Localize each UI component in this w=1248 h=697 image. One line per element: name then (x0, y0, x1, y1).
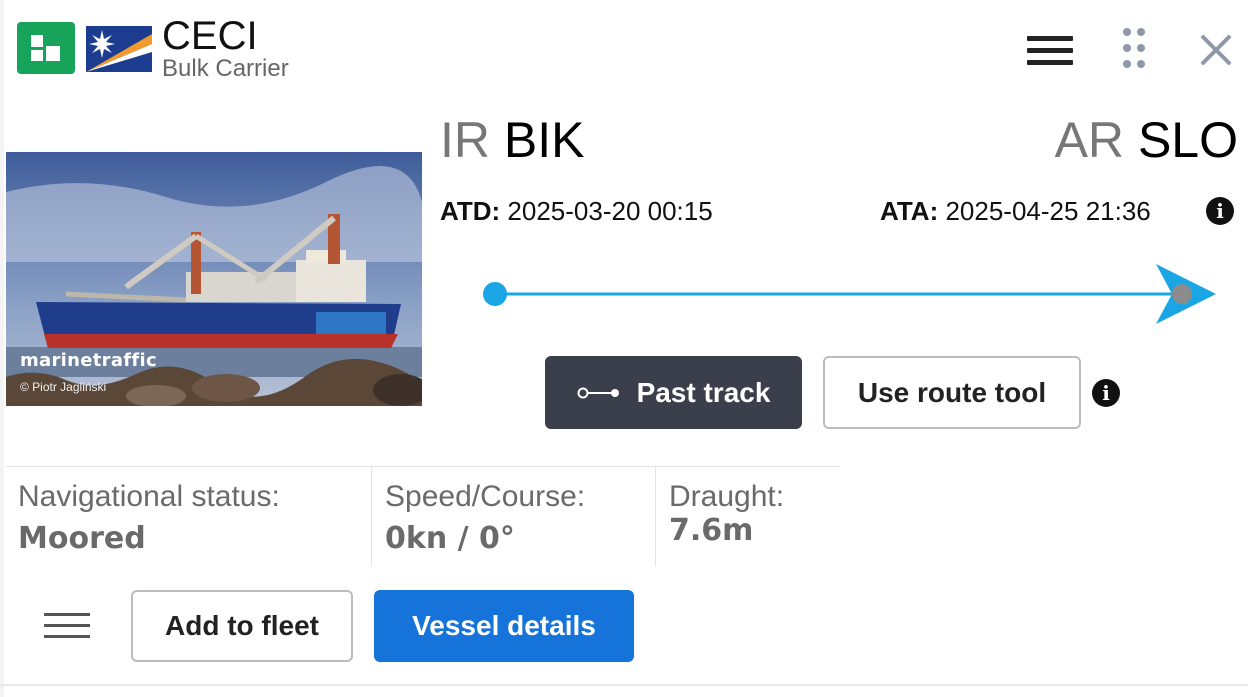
draught-value: 7.6m (669, 513, 754, 548)
ata-info-icon[interactable]: i (1206, 197, 1234, 225)
track-icon (577, 387, 619, 398)
stats-column-divider (655, 466, 656, 566)
ata-time: ATA: 2025-04-25 21:36 (880, 196, 1151, 226)
vessel-position-marker[interactable] (1172, 284, 1192, 304)
drag-handle-icon[interactable] (1120, 26, 1150, 70)
nav-status-label: Navigational status: (18, 480, 280, 513)
route-tool-info-icon[interactable]: i (1092, 379, 1120, 407)
past-track-button[interactable]: Past track (545, 356, 802, 429)
vessel-name: CECI (162, 14, 258, 58)
atd-time: ATD: 2025-03-20 00:15 (440, 196, 713, 226)
add-to-fleet-button[interactable]: Add to fleet (131, 590, 353, 662)
vessel-info-panel: CECI Bulk Carrier marinetraffic © Piotr … (0, 0, 1248, 697)
panel-edge (0, 0, 4, 697)
atd-value: 2025-03-20 00:15 (507, 196, 713, 226)
departure-country-code: IR (440, 112, 490, 168)
app-logo-icon (17, 22, 75, 74)
photo-watermark: marinetraffic (20, 350, 158, 371)
vessel-photo[interactable]: marinetraffic © Piotr Jagliński (6, 152, 422, 406)
departure-dot (483, 282, 507, 306)
nav-status-value: Moored (18, 521, 146, 556)
route-tool-button[interactable]: Use route tool (823, 356, 1081, 429)
vessel-details-label: Vessel details (412, 610, 596, 641)
route-tool-label: Use route tool (857, 376, 1047, 408)
atd-label: ATD: (440, 196, 501, 226)
vessel-type: Bulk Carrier (162, 55, 289, 82)
add-to-fleet-label: Add to fleet (165, 610, 319, 641)
vessel-details-button[interactable]: Vessel details (374, 590, 634, 662)
hamburger-menu-icon[interactable] (1027, 36, 1075, 66)
ata-value: 2025-04-25 21:36 (945, 196, 1151, 226)
draught-label: Draught: (669, 480, 785, 513)
arrival-port[interactable]: AR SLO (1055, 112, 1238, 168)
ata-label: ATA: (880, 196, 939, 226)
close-icon[interactable] (1196, 30, 1236, 70)
panel-bottom-divider (0, 684, 1248, 686)
voyage-progress-bar (483, 264, 1216, 324)
departure-port-code: BIK (503, 112, 585, 168)
more-options-icon[interactable] (44, 611, 92, 641)
arrival-country-code: AR (1054, 112, 1125, 168)
stats-column-divider (371, 466, 372, 566)
arrival-port-code: SLO (1137, 112, 1238, 168)
speed-course-value: 0kn / 0° (385, 521, 515, 556)
marshall-islands-flag-icon (86, 26, 152, 72)
departure-port[interactable]: IR BIK (440, 112, 585, 168)
past-track-label: Past track (636, 376, 771, 408)
photo-credit: © Piotr Jagliński (20, 380, 107, 394)
stats-divider (6, 466, 840, 467)
speed-course-label: Speed/Course: (385, 480, 586, 513)
